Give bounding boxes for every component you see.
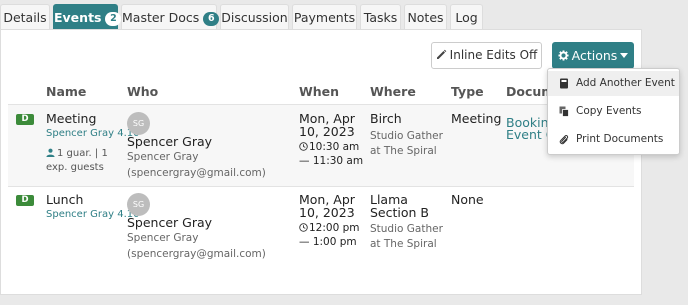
- venue-name: Studio Gather: [370, 223, 443, 235]
- tab-label: Details: [3, 10, 47, 25]
- menu-item-print-documents[interactable]: Print Documents: [548, 127, 679, 152]
- button-label: Actions: [571, 48, 618, 63]
- actions-button[interactable]: Actions: [552, 42, 634, 69]
- column-header-who[interactable]: Who: [127, 84, 158, 99]
- menu-item-label: Copy Events: [576, 105, 642, 117]
- tab-discussion[interactable]: Discussion: [220, 4, 289, 30]
- count-badge: 6: [203, 12, 220, 26]
- event-type: Meeting: [451, 111, 502, 126]
- event-date-line2: 10, 2023: [299, 124, 355, 139]
- tab-label: Log: [455, 10, 478, 25]
- status-badge: D: [16, 195, 34, 206]
- room-name-line2: Section B: [370, 205, 429, 220]
- tab-label: Master Docs: [122, 10, 200, 25]
- event-name[interactable]: Meeting: [46, 111, 96, 126]
- column-header-name[interactable]: Name: [46, 84, 86, 99]
- tab-notes[interactable]: Notes: [404, 4, 447, 30]
- tab-payments[interactable]: Payments: [292, 4, 357, 30]
- tab-label: Events: [54, 10, 102, 25]
- inline-edits-button[interactable]: Inline Edits Off: [431, 42, 542, 69]
- room-name: Birch: [370, 111, 402, 126]
- event-time-end: — 11:30 am: [299, 155, 364, 167]
- time-start: 12:00 pm: [309, 222, 360, 234]
- tab-label: Payments: [293, 10, 356, 25]
- event-time-end: — 1:00 pm: [299, 236, 357, 248]
- paperclip-icon: [559, 135, 569, 145]
- clock-icon: [299, 142, 308, 151]
- column-header-type[interactable]: Type: [451, 84, 484, 99]
- clock-icon: [299, 223, 308, 232]
- column-header-where[interactable]: Where: [370, 84, 416, 99]
- menu-item-label: Add Another Event: [576, 77, 675, 89]
- contact-name[interactable]: Spencer Gray: [127, 134, 212, 149]
- actions-menu: Add Another Event Copy Events Print Docu…: [547, 68, 680, 155]
- venue-name-line2: at The Spiral: [370, 145, 437, 157]
- button-label: Inline Edits Off: [449, 48, 538, 62]
- avatar: SG: [127, 193, 150, 216]
- time-start: 10:30 am: [309, 141, 360, 153]
- tab-events[interactable]: Events 2: [53, 4, 122, 30]
- gear-icon: [558, 50, 569, 61]
- contact-sub: Spencer Gray: [127, 232, 199, 244]
- contact-name[interactable]: Spencer Gray: [127, 215, 212, 230]
- menu-item-copy-events[interactable]: Copy Events: [548, 99, 679, 124]
- menu-item-label: Print Documents: [576, 133, 664, 145]
- user-icon: [46, 148, 55, 157]
- venue-name: Studio Gather: [370, 130, 443, 142]
- guest-count-text: 1 guar. | 1: [57, 148, 108, 159]
- guest-count-line2: exp. guests: [46, 162, 104, 173]
- tab-log[interactable]: Log: [450, 4, 483, 30]
- event-type: None: [451, 192, 484, 207]
- venue-name-line2: at The Spiral: [370, 238, 437, 250]
- menu-item-add-another-event[interactable]: Add Another Event: [548, 71, 679, 96]
- contact-email: (spencergray@gmail.com): [127, 167, 266, 179]
- book-icon: [560, 78, 568, 89]
- contact-email: (spencergray@gmail.com): [127, 248, 266, 260]
- tab-details[interactable]: Details: [0, 4, 50, 30]
- tab-label: Notes: [407, 10, 444, 25]
- event-owner-link[interactable]: Spencer Gray 4.10: [46, 209, 139, 220]
- event-owner-link[interactable]: Spencer Gray 4.10: [46, 128, 139, 139]
- tab-master-docs[interactable]: Master Docs 6: [121, 4, 220, 30]
- column-header-when[interactable]: When: [299, 84, 339, 99]
- pencil-icon: [436, 49, 446, 59]
- tab-label: Tasks: [363, 10, 398, 25]
- copy-icon: [559, 106, 569, 117]
- guest-count: 1 guar. | 1: [46, 147, 108, 161]
- contact-sub: Spencer Gray: [127, 151, 199, 163]
- status-badge: D: [16, 114, 34, 125]
- count-badge: 2: [105, 12, 122, 26]
- caret-down-icon: [620, 53, 629, 58]
- tab-label: Discussion: [221, 10, 288, 25]
- avatar: SG: [127, 112, 150, 135]
- event-name[interactable]: Lunch: [46, 192, 83, 207]
- tab-tasks[interactable]: Tasks: [360, 4, 401, 30]
- event-date-line2: 10, 2023: [299, 205, 355, 220]
